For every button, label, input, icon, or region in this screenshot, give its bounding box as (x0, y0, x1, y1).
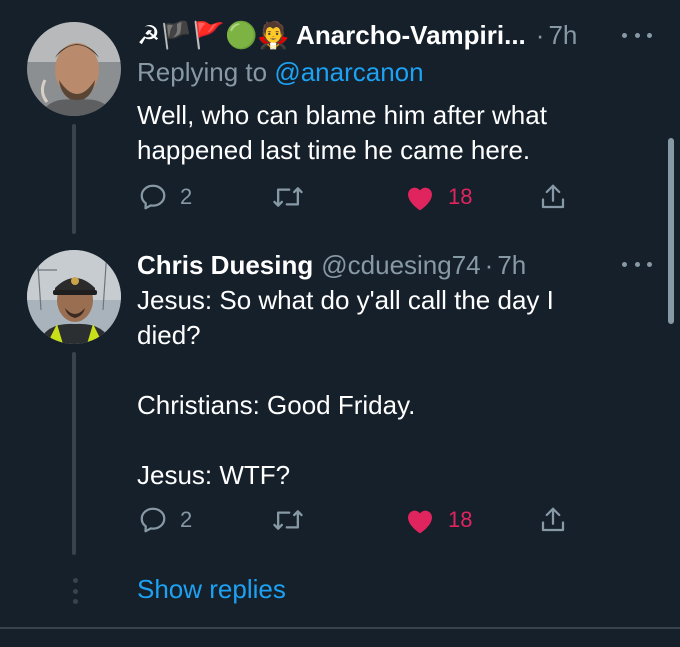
reply-count: 2 (180, 507, 193, 532)
tweet-header: Chris Duesing @cduesing74 · 7h (137, 250, 526, 281)
reply-count: 2 (180, 184, 193, 209)
like-count: 18 (448, 507, 473, 532)
more-icon[interactable] (622, 259, 652, 269)
share-button[interactable] (538, 505, 568, 535)
user-photo-icon (27, 250, 121, 344)
replying-to-label: Replying to (137, 57, 275, 87)
reply-button[interactable]: 2 (138, 182, 192, 212)
display-name[interactable]: Chris Duesing (137, 250, 313, 281)
retweet-button[interactable] (272, 506, 304, 534)
like-count: 18 (448, 184, 473, 209)
separator: · (484, 250, 494, 280)
heart-icon (408, 510, 432, 534)
separator: · (535, 20, 545, 50)
thread-line (72, 352, 76, 555)
share-button[interactable] (538, 182, 568, 212)
like-button[interactable]: 18 (404, 182, 472, 212)
scrollbar[interactable] (668, 138, 674, 324)
avatar[interactable] (27, 250, 121, 344)
divider (0, 627, 680, 629)
avatar[interactable] (27, 22, 121, 116)
mention-link[interactable]: @anarcanon (274, 57, 423, 87)
reply-icon (140, 184, 166, 210)
show-replies-link[interactable]: Show replies (137, 574, 286, 605)
timestamp[interactable]: 7h (497, 250, 526, 281)
heart-icon (408, 187, 432, 211)
reply-button[interactable]: 2 (138, 505, 192, 535)
retweet-icon (273, 187, 303, 207)
vertical-dots-icon (72, 578, 78, 604)
tweet-header: ☭🏴🚩🟢🧛 Anarcho-Vampiri... · 7h (137, 20, 577, 51)
share-icon (541, 507, 565, 532)
thread-line (72, 124, 76, 234)
share-icon (541, 184, 565, 209)
like-button[interactable]: 18 (404, 505, 472, 535)
retweet-icon (273, 510, 303, 530)
retweet-button[interactable] (272, 183, 304, 211)
handle[interactable]: @cduesing74 (321, 250, 480, 281)
tweet-text: Jesus: So what do y'all call the day I d… (137, 285, 554, 490)
user-photo-icon (27, 22, 121, 116)
replying-to: Replying to @anarcanon (137, 57, 424, 88)
reply-icon (140, 507, 166, 533)
reply-thread: ☭🏴🚩🟢🧛 Anarcho-Vampiri... · 7h Replying t… (0, 0, 680, 647)
more-icon[interactable] (622, 30, 652, 40)
tweet-text: Well, who can blame him after what happe… (137, 100, 547, 165)
timestamp[interactable]: 7h (548, 20, 577, 51)
display-name[interactable]: ☭🏴🚩🟢🧛 Anarcho-Vampiri... (137, 20, 526, 51)
